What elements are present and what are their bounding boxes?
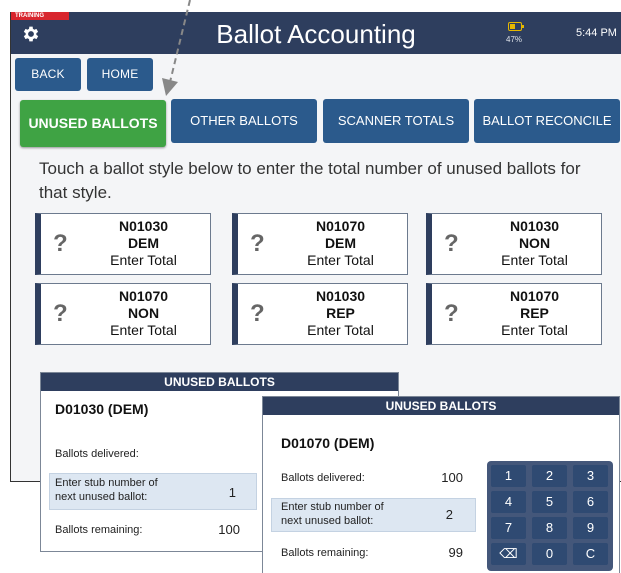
stub-value[interactable]: 2 (413, 507, 453, 522)
enter-total-label: Enter Total (501, 252, 568, 268)
battery-percent: 47% (506, 35, 523, 44)
tab-ballot-reconcile[interactable]: BALLOT RECONCILE (474, 99, 620, 143)
question-icon: ? (444, 230, 459, 257)
key-2[interactable]: 2 (532, 465, 567, 487)
stub-label-line2: next unused ballot: (281, 515, 374, 527)
ballot-style: N01070 (315, 218, 366, 234)
callout-arrow-icon (162, 0, 191, 96)
question-icon: ? (53, 300, 68, 327)
key-9[interactable]: 9 (573, 517, 608, 539)
ballot-party: REP (326, 305, 355, 321)
ballot-party: REP (520, 305, 549, 321)
ballot-card[interactable]: ? N01030 NON Enter Total (426, 213, 602, 275)
key-6[interactable]: 6 (573, 491, 608, 513)
stub-label-line2: next unused ballot: (55, 491, 148, 503)
ballot-style: N01030 (509, 218, 560, 234)
enter-total-label: Enter Total (110, 322, 177, 338)
instructions-text: Touch a ballot style below to enter the … (39, 159, 581, 202)
unused-ballots-dialog: UNUSED BALLOTS D01070 (DEM) Ballots deli… (262, 396, 620, 573)
ballot-card[interactable]: ? N01030 REP Enter Total (232, 283, 408, 345)
backspace-icon[interactable]: ⌫ (491, 543, 526, 565)
remaining-label: Ballots remaining: (281, 547, 369, 559)
delivered-label: Ballots delivered: (55, 448, 139, 460)
gear-icon[interactable] (21, 24, 41, 44)
remaining-label: Ballots remaining: (55, 524, 143, 536)
battery-tip (522, 25, 524, 28)
dialog-ballot-title: D01070 (DEM) (281, 435, 375, 451)
key-7[interactable]: 7 (491, 517, 526, 539)
clock: 5:44 PM (576, 27, 617, 39)
tab-other-ballots[interactable]: OTHER BALLOTS (171, 99, 317, 143)
ballot-card[interactable]: ? N01070 NON Enter Total (35, 283, 211, 345)
ballot-card[interactable]: ? N01070 DEM Enter Total (232, 213, 408, 275)
key-clear[interactable]: C (573, 543, 608, 565)
enter-total-label: Enter Total (501, 322, 568, 338)
battery-fill (510, 24, 515, 29)
key-3[interactable]: 3 (573, 465, 608, 487)
enter-total-label: Enter Total (307, 322, 374, 338)
delivered-value: 100 (441, 470, 463, 485)
question-icon: ? (250, 300, 265, 327)
question-icon: ? (444, 300, 459, 327)
remaining-value: 100 (218, 522, 240, 537)
stub-label-line1: Enter stub number of (55, 477, 158, 489)
ballot-party: DEM (324, 235, 357, 251)
key-1[interactable]: 1 (491, 465, 526, 487)
question-icon: ? (53, 230, 68, 257)
delivered-label: Ballots delivered: (281, 472, 365, 484)
page-title: Ballot Accounting (216, 19, 416, 49)
ballot-style: N01070 (118, 288, 169, 304)
dialog-header: UNUSED BALLOTS (263, 397, 619, 415)
key-4[interactable]: 4 (491, 491, 526, 513)
enter-total-label: Enter Total (110, 252, 177, 268)
dialog-ballot-title: D01030 (DEM) (55, 401, 149, 417)
stub-value[interactable]: 1 (196, 485, 236, 500)
ballot-card[interactable]: ? N01070 REP Enter Total (426, 283, 602, 345)
ballot-party: DEM (127, 235, 160, 251)
ballot-style: N01030 (118, 218, 169, 234)
question-icon: ? (250, 230, 265, 257)
ballot-party: NON (518, 235, 551, 251)
key-8[interactable]: 8 (532, 517, 567, 539)
remaining-value: 99 (448, 545, 463, 560)
numeric-keypad: 1 2 3 4 5 6 7 8 9 ⌫ 0 C (487, 461, 613, 571)
ballot-style: N01030 (315, 288, 366, 304)
back-button[interactable]: BACK (15, 58, 81, 91)
key-0[interactable]: 0 (532, 543, 567, 565)
tab-scanner-totals[interactable]: SCANNER TOTALS (323, 99, 469, 143)
top-bar: TRAINING Ballot Accounting 47% 5:44 PM (11, 12, 621, 54)
key-5[interactable]: 5 (532, 491, 567, 513)
ballot-style: N01070 (509, 288, 560, 304)
home-button[interactable]: HOME (87, 58, 153, 91)
ballot-party: NON (127, 305, 160, 321)
dialog-header: UNUSED BALLOTS (41, 373, 398, 391)
stub-label-line1: Enter stub number of (281, 501, 384, 513)
training-badge: TRAINING (11, 12, 69, 20)
ballot-card[interactable]: ? N01030 DEM Enter Total (35, 213, 211, 275)
battery-indicator: 47% (506, 22, 536, 52)
enter-total-label: Enter Total (307, 252, 374, 268)
tab-unused-ballots[interactable]: UNUSED BALLOTS (20, 100, 166, 147)
